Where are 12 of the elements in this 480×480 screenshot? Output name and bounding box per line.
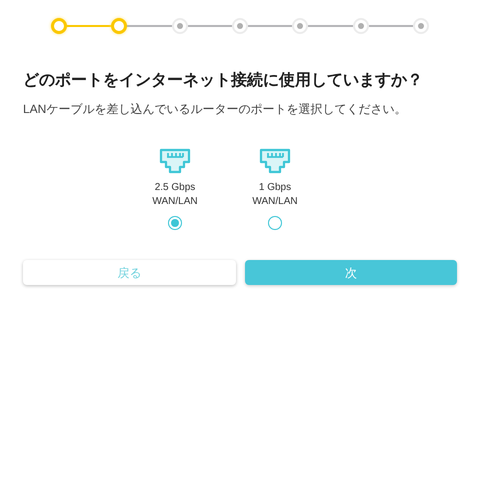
page-title: どのポートをインターネット接続に使用していますか？ bbox=[23, 71, 424, 91]
ethernet-port-icon bbox=[259, 148, 291, 174]
port-type: WAN/LAN bbox=[252, 195, 298, 209]
ethernet-port-icon bbox=[159, 148, 191, 174]
back-button[interactable]: 戻る bbox=[23, 260, 236, 285]
port-type: WAN/LAN bbox=[152, 195, 198, 209]
port-radio[interactable] bbox=[168, 216, 182, 230]
port-radio[interactable] bbox=[268, 216, 282, 230]
port-speed: 1 Gbps bbox=[258, 181, 292, 195]
port-speed: 2.5 Gbps bbox=[154, 181, 196, 195]
next-button[interactable]: 次 bbox=[244, 260, 457, 285]
instruction-text: LANケーブルを差し込んでいるルーターのポートを選択してください。 bbox=[23, 101, 408, 118]
